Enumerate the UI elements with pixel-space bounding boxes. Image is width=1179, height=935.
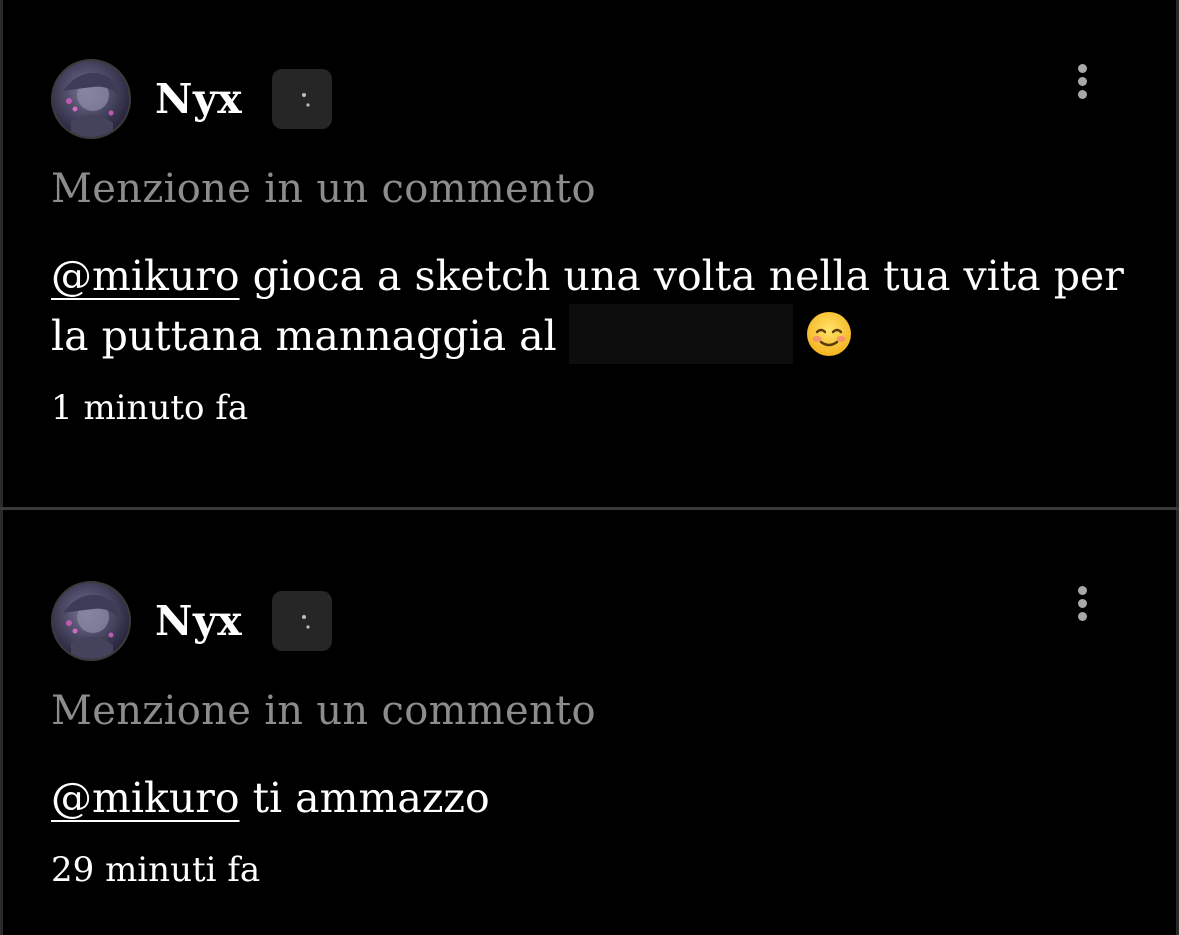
notification-type: Menzione in un commento — [51, 688, 596, 734]
timestamp: 29 minuti fa — [51, 850, 261, 890]
comment-text: @mikuro ti ammazzo — [51, 768, 1131, 828]
redacted-block — [568, 303, 793, 364]
more-options-icon[interactable] — [1072, 586, 1092, 626]
notification-card[interactable]: Nyx Menzione in un commento @mikuro gioc… — [3, 0, 1176, 507]
comment-text: @mikuro gioca a sketch una volta nella t… — [51, 246, 1131, 370]
notification-header: Nyx — [51, 59, 333, 139]
avatar[interactable] — [51, 581, 131, 661]
notification-card[interactable]: Nyx Menzione in un commento @mikuro ti a… — [3, 510, 1176, 935]
username[interactable]: Nyx — [155, 597, 242, 645]
moon-icon — [272, 69, 333, 129]
mention-link[interactable]: @mikuro — [51, 774, 240, 822]
more-options-icon[interactable] — [1072, 64, 1092, 104]
moon-icon — [272, 591, 333, 651]
avatar[interactable] — [51, 59, 131, 139]
timestamp: 1 minuto fa — [51, 388, 249, 428]
comment-body: ti ammazzo — [239, 774, 490, 822]
username[interactable]: Nyx — [155, 75, 242, 123]
smiling-face-emoji — [806, 311, 851, 356]
notification-type: Menzione in un commento — [51, 166, 596, 212]
notification-header: Nyx — [51, 581, 333, 661]
mention-link[interactable]: @mikuro — [51, 252, 240, 300]
